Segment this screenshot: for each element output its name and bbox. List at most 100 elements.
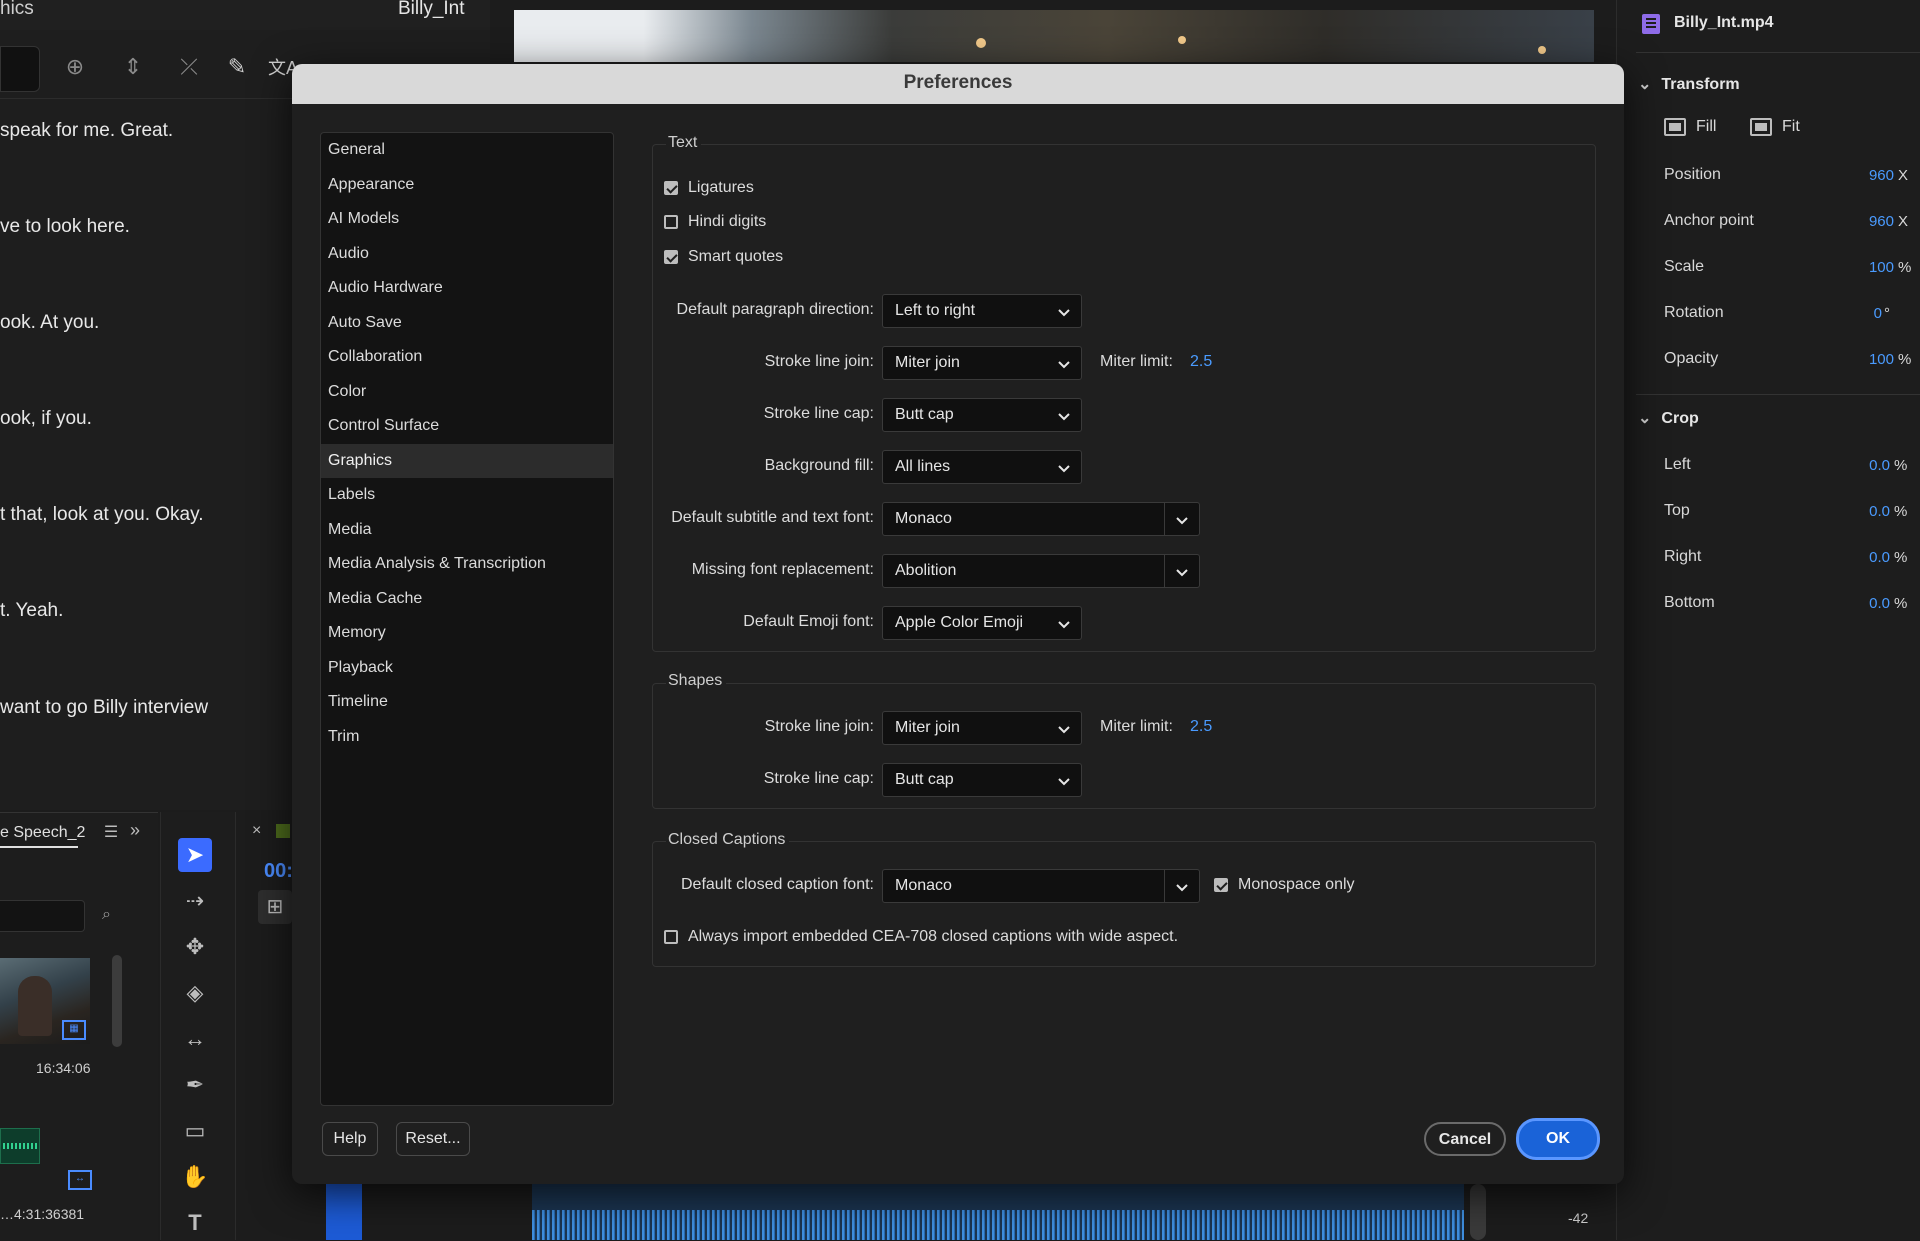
close-icon[interactable]: × (252, 822, 261, 840)
help-button[interactable]: Help (322, 1122, 378, 1156)
expand-icon[interactable]: ⇕ (118, 52, 148, 82)
chevron-down-icon[interactable] (1164, 555, 1199, 587)
nav-item-auto-save[interactable]: Auto Save (321, 306, 613, 340)
crop-top-unit: % (1894, 503, 1908, 520)
text-stroke-join-label: Stroke line join: (764, 353, 874, 370)
ok-button[interactable]: OK (1516, 1118, 1600, 1160)
cancel-button[interactable]: Cancel (1424, 1122, 1506, 1156)
paragraph-direction-dropdown[interactable]: Left to right (882, 294, 1082, 328)
playhead-timecode[interactable]: 00: (264, 860, 293, 883)
bin-search-icon[interactable]: ⌕ (102, 906, 111, 924)
rotation-value[interactable]: 0 (1854, 305, 1882, 322)
transcript-line[interactable]: speak for me. Great. (0, 120, 173, 142)
scale-value[interactable]: 100 (1854, 259, 1894, 276)
transcript-line[interactable]: t that, look at you. Okay. (0, 504, 203, 526)
menu-icon[interactable]: ☰ (104, 824, 118, 841)
type-tool-icon[interactable]: T (178, 1206, 212, 1240)
crop-top-value[interactable]: 0.0 (1854, 503, 1890, 520)
chevron-down-icon (1057, 764, 1071, 796)
crop-left-label: Left (1664, 456, 1691, 473)
nav-item-memory[interactable]: Memory (321, 616, 613, 650)
monospace-only-checkbox[interactable]: Monospace only (1214, 876, 1355, 894)
hand-tool-icon[interactable]: ✋ (178, 1160, 212, 1194)
audio-clip-waveform[interactable] (532, 1184, 1464, 1240)
ripple-edit-tool-icon[interactable]: ✥ (178, 930, 212, 964)
nav-item-appearance[interactable]: Appearance (321, 168, 613, 202)
slip-tool-icon[interactable]: ↔ (178, 1022, 212, 1056)
nav-item-collaboration[interactable]: Collaboration (321, 340, 613, 374)
crop-left-value[interactable]: 0.0 (1854, 457, 1890, 474)
nav-item-audio[interactable]: Audio (321, 237, 613, 271)
transcript-line[interactable]: ve to look here. (0, 216, 130, 238)
text-stroke-cap-dropdown[interactable]: Butt cap (882, 398, 1082, 432)
hindi-digits-checkbox[interactable]: Hindi digits (664, 213, 766, 231)
transform-section-header[interactable]: ⌄ Transform (1638, 74, 1740, 94)
project-tab[interactable]: e Speech_2 ☰ (0, 822, 118, 848)
text-stroke-join-dropdown[interactable]: Miter join (882, 346, 1082, 380)
audio-meter-db: -42 (1568, 1210, 1589, 1226)
nav-item-labels[interactable]: Labels (321, 478, 613, 512)
selection-tool-icon[interactable]: ➤ (178, 838, 212, 872)
nav-item-media-analysis[interactable]: Media Analysis & Transcription (321, 547, 613, 581)
anchor-point-value[interactable]: 960 (1854, 213, 1894, 230)
shape-stroke-join-dropdown[interactable]: Miter join (882, 711, 1082, 745)
shape-stroke-cap-dropdown[interactable]: Butt cap (882, 763, 1082, 797)
crop-right-value[interactable]: 0.0 (1854, 549, 1890, 566)
nav-item-graphics[interactable]: Graphics (321, 443, 613, 478)
pencil-icon[interactable]: ✎ (222, 52, 252, 82)
nav-item-timeline[interactable]: Timeline (321, 685, 613, 719)
chevron-down-icon[interactable] (1164, 870, 1199, 902)
opacity-value[interactable]: 100 (1854, 351, 1894, 368)
project-tab-label: e Speech_2 (0, 824, 86, 841)
text-stroke-cap-label: Stroke line cap: (763, 405, 874, 422)
crop-bottom-value[interactable]: 0.0 (1854, 595, 1890, 612)
nav-item-media-cache[interactable]: Media Cache (321, 582, 613, 616)
toolbar-search-field[interactable] (0, 46, 40, 92)
crop-section-header[interactable]: ⌄ Crop (1638, 408, 1699, 428)
shape-miter-limit-value[interactable]: 2.5 (1190, 718, 1212, 736)
smart-quotes-checkbox[interactable]: Smart quotes (664, 248, 783, 266)
text-miter-limit-value[interactable]: 2.5 (1190, 353, 1212, 371)
missing-font-combobox[interactable]: Abolition (882, 554, 1200, 588)
timeline-scrollbar[interactable] (1470, 1184, 1486, 1240)
shapes-group-legend: Shapes (666, 672, 727, 690)
position-value[interactable]: 960 (1854, 167, 1894, 184)
closed-captions-settings-group (652, 841, 1596, 967)
audio-clip-thumbnail[interactable] (0, 1128, 40, 1164)
chevron-double-right-icon[interactable]: » (130, 820, 140, 841)
project-search-input[interactable] (0, 900, 85, 932)
nav-item-trim[interactable]: Trim (321, 720, 613, 754)
fill-button[interactable]: Fill (1664, 118, 1716, 136)
track-select-tool-icon[interactable]: ⇢ (178, 884, 212, 918)
nav-item-media[interactable]: Media (321, 513, 613, 547)
transcript-line[interactable]: t. Yeah. (0, 600, 63, 622)
collapse-icon[interactable]: ⤫ (174, 52, 204, 82)
subtitle-font-combobox[interactable]: Monaco (882, 502, 1200, 536)
nav-item-color[interactable]: Color (321, 375, 613, 409)
transcript-line[interactable]: ook. At you. (0, 312, 99, 334)
fit-button[interactable]: Fit (1750, 118, 1800, 136)
nav-item-control-surface[interactable]: Control Surface (321, 409, 613, 443)
emoji-font-dropdown[interactable]: Apple Color Emoji (882, 606, 1082, 640)
nav-item-ai-models[interactable]: AI Models (321, 202, 613, 236)
caption-font-combobox[interactable]: Monaco (882, 869, 1200, 903)
add-icon[interactable]: ⊕ (60, 52, 90, 82)
video-clip[interactable] (326, 1184, 362, 1240)
nav-item-general[interactable]: General (321, 133, 613, 167)
background-fill-dropdown[interactable]: All lines (882, 450, 1082, 484)
nav-item-playback[interactable]: Playback (321, 651, 613, 685)
transcript-line[interactable]: want to go Billy interview (0, 697, 208, 719)
nav-item-audio-hardware[interactable]: Audio Hardware (321, 271, 613, 305)
snap-icon[interactable]: ⊞ (258, 890, 292, 924)
ligatures-checkbox[interactable]: Ligatures (664, 179, 754, 197)
reset-button[interactable]: Reset... (396, 1122, 470, 1156)
project-scrollbar[interactable] (112, 955, 122, 1047)
chevron-down-icon (1057, 451, 1071, 483)
cea708-checkbox[interactable]: Always import embedded CEA-708 closed ca… (664, 928, 1178, 946)
video-clip-thumbnail[interactable]: ▦ (0, 958, 90, 1044)
transcript-line[interactable]: ook, if you. (0, 408, 92, 430)
chevron-down-icon[interactable] (1164, 503, 1199, 535)
razor-tool-icon[interactable]: ◈ (178, 976, 212, 1010)
pen-tool-icon[interactable]: ✒ (178, 1068, 212, 1102)
rectangle-tool-icon[interactable]: ▭ (178, 1114, 212, 1148)
